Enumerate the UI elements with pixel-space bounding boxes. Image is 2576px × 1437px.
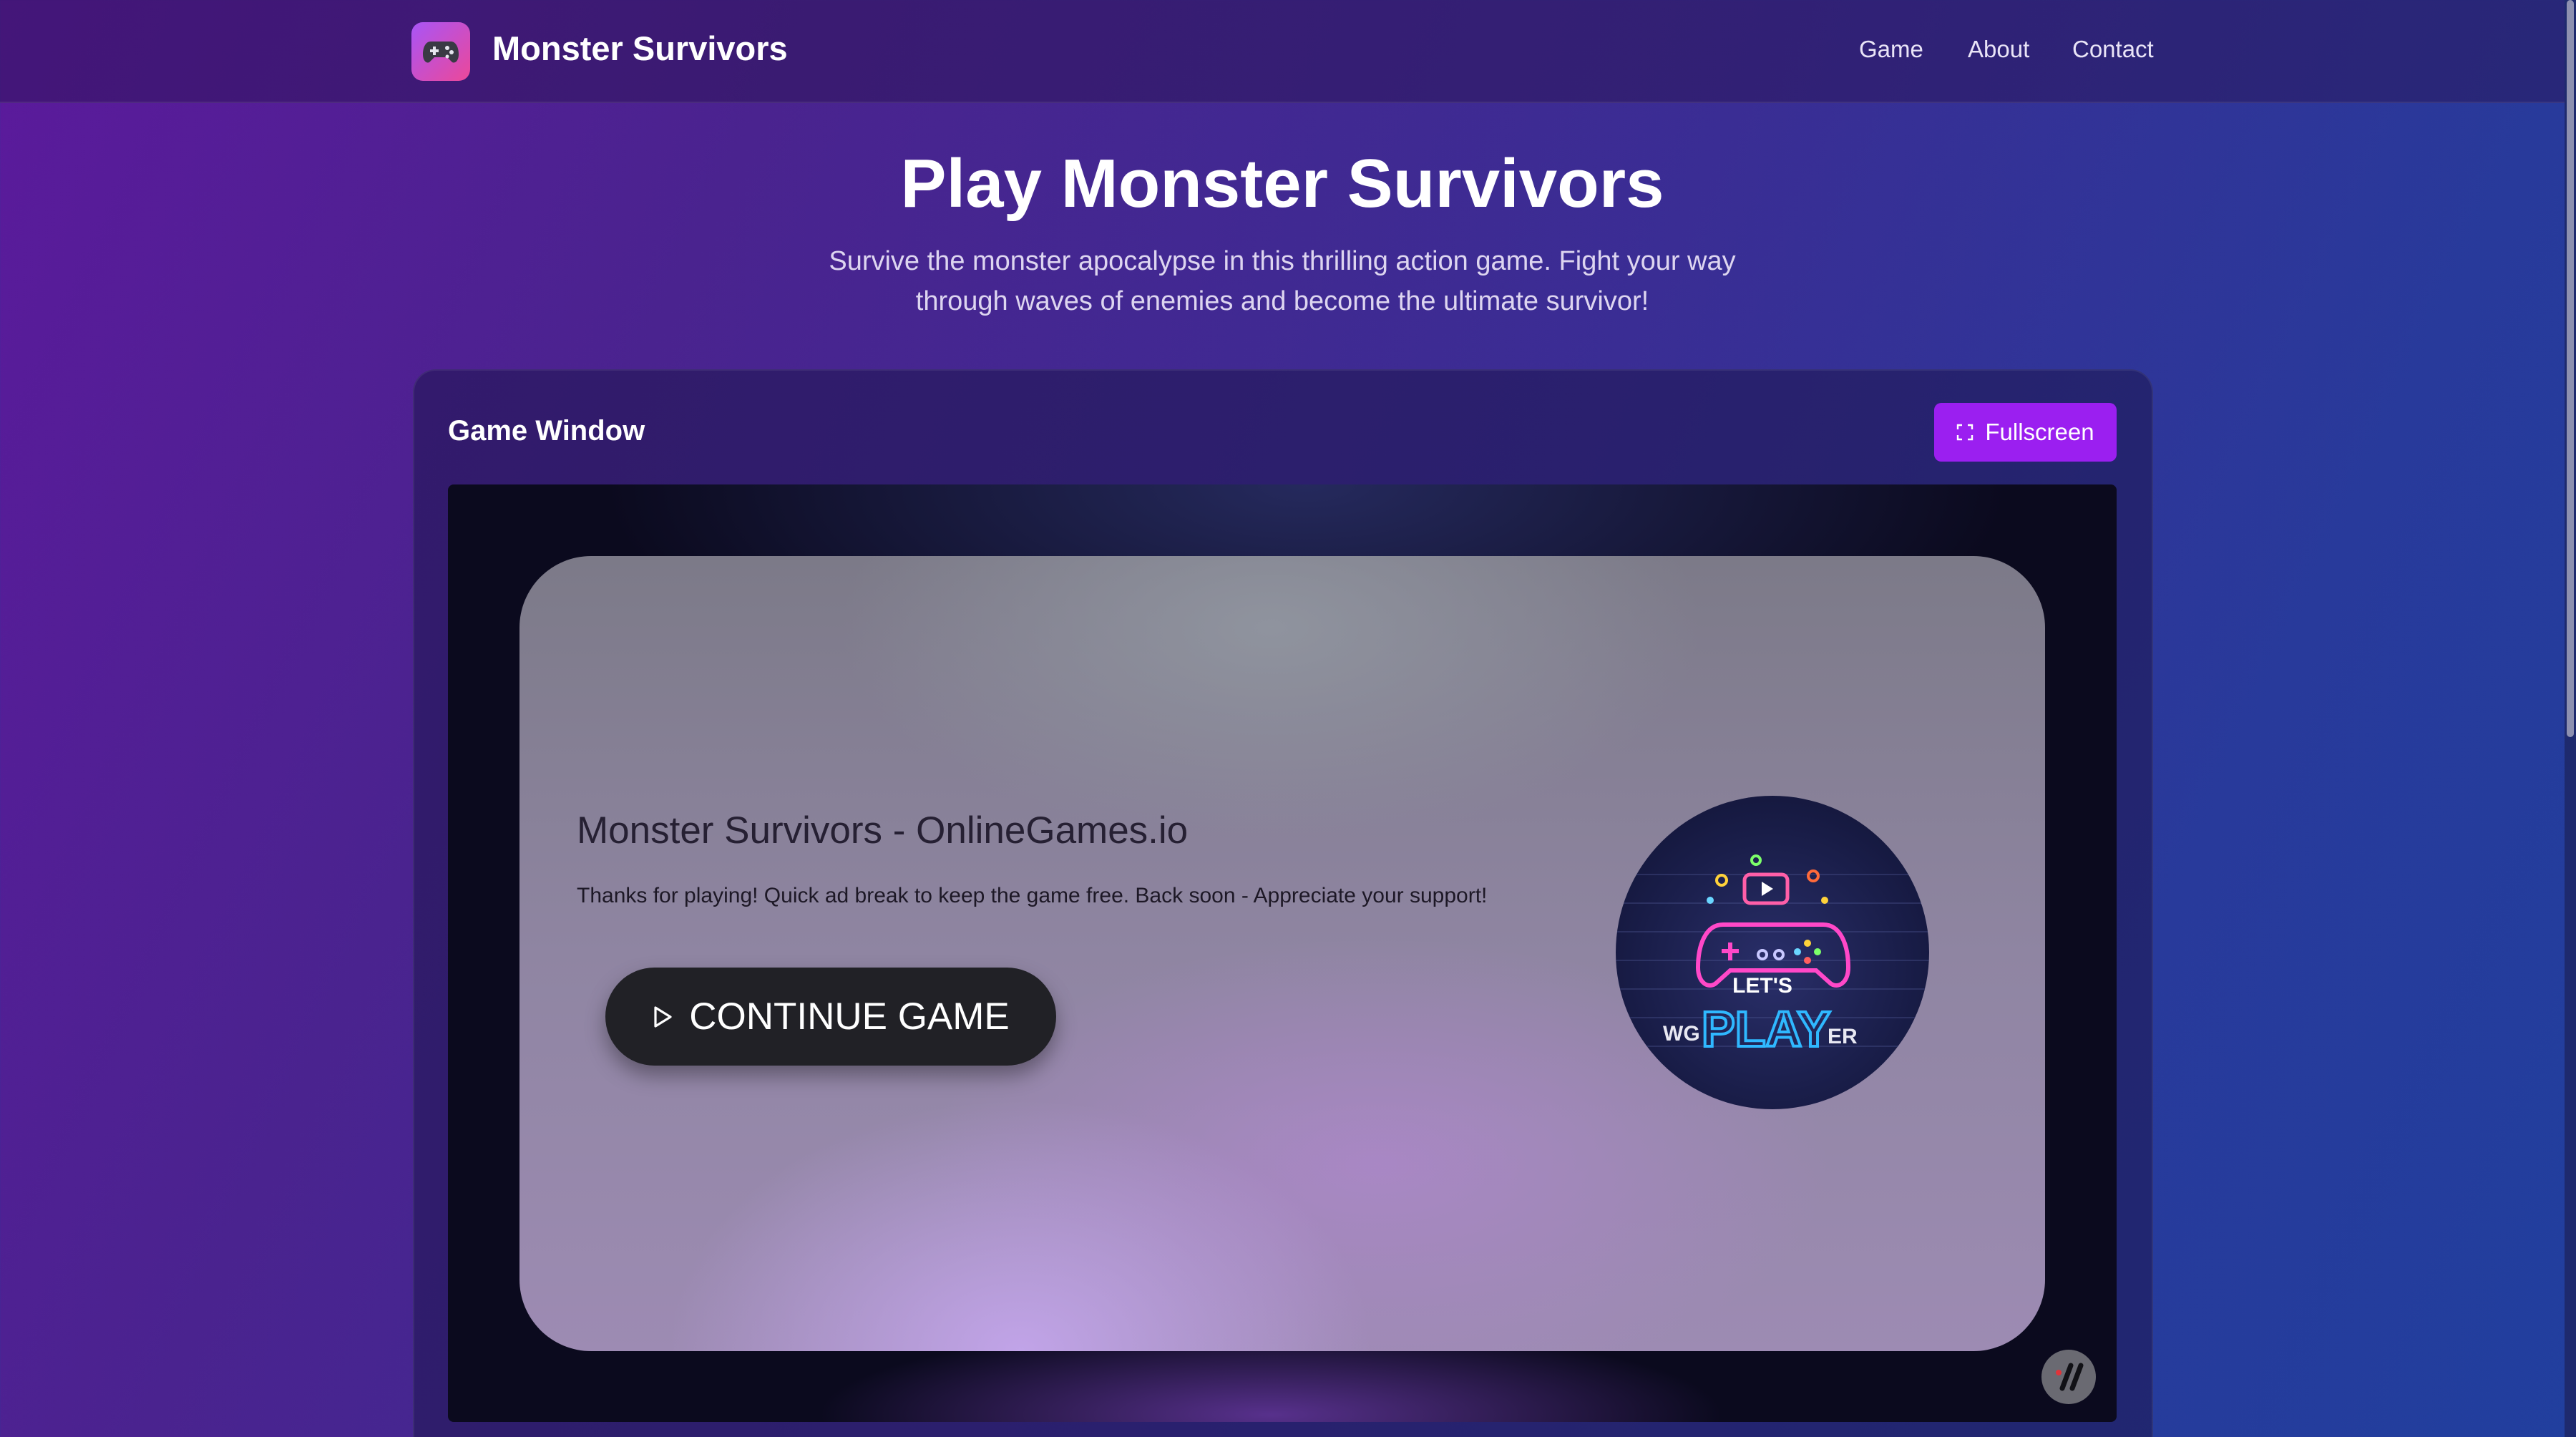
svg-text:ER: ER — [1828, 1025, 1858, 1048]
logo-badge[interactable] — [411, 22, 470, 81]
panel-title: Game Window — [448, 415, 645, 447]
ad-title: Monster Survivors - OnlineGames.io — [577, 809, 1189, 852]
badge-artwork: LET'S WG PLAY ER — [1616, 854, 1929, 1058]
slash-mark-icon — [2056, 1363, 2084, 1391]
provider-logo-icon[interactable] — [2041, 1350, 2096, 1404]
neon-gamepad-badge: LET'S WG PLAY ER — [1616, 796, 1929, 1109]
fullscreen-label: Fullscreen — [1985, 419, 2094, 445]
page-subtitle: Survive the monster apocalypse in this t… — [829, 246, 1736, 316]
svg-text:WG: WG — [1663, 1022, 1700, 1046]
svg-text:LET'S: LET'S — [1732, 974, 1792, 998]
nav-link-about[interactable]: About — [1968, 36, 2029, 63]
top-navbar — [0, 0, 2565, 103]
page-scrollbar-thumb[interactable] — [2567, 0, 2574, 737]
gamepad-icon — [423, 42, 459, 63]
svg-text:PLAY: PLAY — [1702, 1001, 1830, 1057]
continue-game-label: CONTINUE GAME — [689, 995, 1010, 1038]
play-icon — [654, 1005, 672, 1028]
continue-game-button[interactable]: CONTINUE GAME — [605, 968, 1056, 1066]
brand-title[interactable]: Monster Survivors — [492, 29, 788, 68]
ad-message: Thanks for playing! Quick ad break to ke… — [577, 884, 1488, 907]
page-title: Play Monster Survivors — [900, 145, 1664, 222]
fullscreen-button[interactable]: Fullscreen — [1934, 403, 2117, 462]
nav-link-game[interactable]: Game — [1859, 36, 1923, 63]
nav-link-contact[interactable]: Contact — [2072, 36, 2154, 63]
expand-icon — [1957, 424, 1974, 441]
